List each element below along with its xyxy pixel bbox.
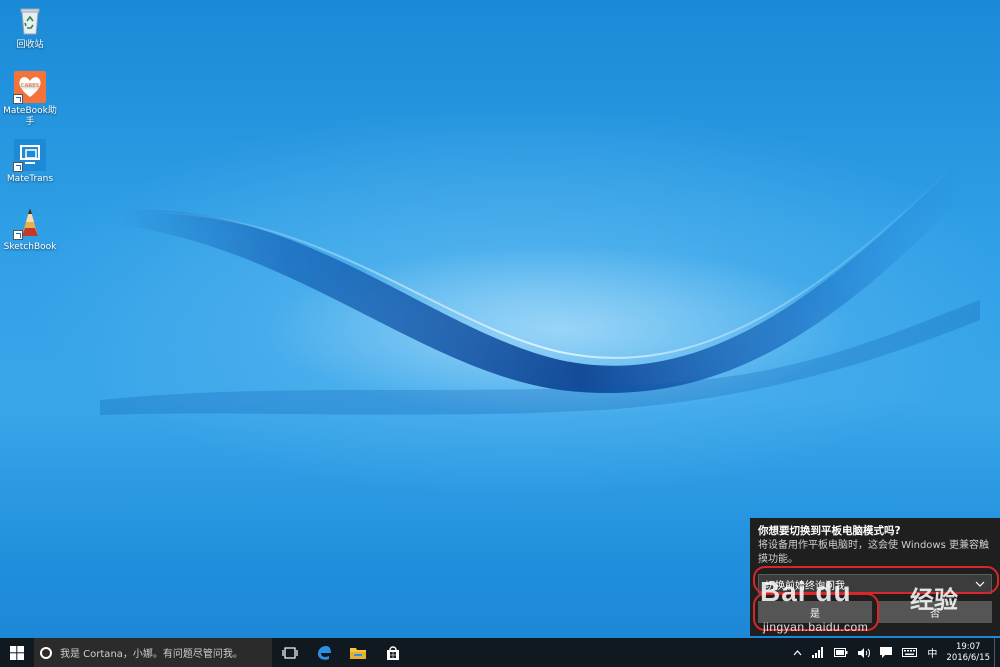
windows-logo-icon [10, 645, 24, 660]
desktop-icon-label: SketchBook [3, 242, 57, 252]
shortcut-arrow-icon [13, 230, 23, 240]
clock[interactable]: 19:07 2016/6/15 [946, 642, 990, 664]
sketchbook-icon [13, 206, 47, 240]
search-placeholder: 我是 Cortana，小娜。有问题尽管问我。 [60, 649, 243, 660]
desktop-icon-recycle-bin[interactable]: 回收站 [0, 4, 60, 51]
show-desktop-button[interactable] [994, 638, 1000, 667]
taskbar: 我是 Cortana，小娜。有问题尽管问我。 中 19:07 2016/6/15 [0, 638, 1000, 667]
action-center-button[interactable] [880, 647, 893, 658]
battery-button[interactable] [834, 648, 848, 657]
desktop-icon-matebook[interactable]: CARES MateBook助手 [0, 70, 60, 128]
input-method-indicator[interactable]: 中 [927, 645, 937, 660]
show-hidden-icons-button[interactable] [793, 649, 802, 656]
popup-title: 你想要切换到平板电脑模式吗? [758, 525, 901, 537]
baidu-watermark: Bai du 经验 jingyan.baidu.com [760, 576, 1000, 636]
message-icon [880, 647, 893, 658]
touch-keyboard-button[interactable] [902, 648, 918, 657]
desktop-icon-matetrans[interactable]: MateTrans [0, 138, 60, 185]
popup-description: 将设备用作平板电脑时，这会使 Windows 更兼容触摸功能。 [758, 540, 989, 565]
matetrans-icon [13, 138, 47, 172]
file-explorer-icon [350, 647, 366, 659]
wifi-button[interactable] [812, 647, 824, 658]
cortana-icon [40, 646, 52, 659]
wifi-icon [812, 647, 824, 658]
keyboard-icon [902, 648, 918, 657]
desktop-icon-sketchbook[interactable]: SketchBook [0, 206, 60, 253]
store-icon [387, 645, 399, 660]
desktop-icon-label: MateBook助手 [3, 106, 57, 127]
matebook-icon: CARES [13, 70, 47, 104]
task-view-button[interactable] [274, 638, 306, 667]
watermark-url: jingyan.baidu.com [763, 620, 869, 634]
start-button[interactable] [0, 638, 34, 667]
volume-icon [858, 647, 871, 658]
shortcut-arrow-icon [13, 94, 23, 104]
watermark-cn: 经验 [910, 587, 958, 614]
file-explorer-taskbar-button[interactable] [342, 638, 374, 667]
edge-icon [318, 645, 331, 660]
chevron-up-icon [793, 649, 802, 655]
clock-date: 2016/6/15 [946, 652, 990, 663]
task-view-icon [282, 646, 298, 659]
desktop-icon-label: MateTrans [6, 174, 54, 184]
clock-time: 19:07 [955, 641, 981, 652]
recycle-bin-icon [13, 4, 47, 38]
desktop-icon-label: 回收站 [16, 40, 44, 50]
store-taskbar-button[interactable] [377, 638, 409, 667]
cares-badge: CARES [21, 83, 40, 89]
edge-taskbar-button[interactable] [308, 638, 340, 667]
cortana-search-box[interactable]: 我是 Cortana，小娜。有问题尽管问我。 [34, 638, 272, 667]
watermark-logo: Bai du [760, 576, 852, 607]
volume-button[interactable] [858, 647, 871, 658]
desktop: 回收站 CARES MateBook助手 MateTrans SketchBoo… [0, 0, 1000, 667]
battery-icon [834, 648, 848, 657]
shortcut-arrow-icon [13, 162, 23, 172]
system-tray: 中 19:07 2016/6/15 [788, 638, 1000, 667]
